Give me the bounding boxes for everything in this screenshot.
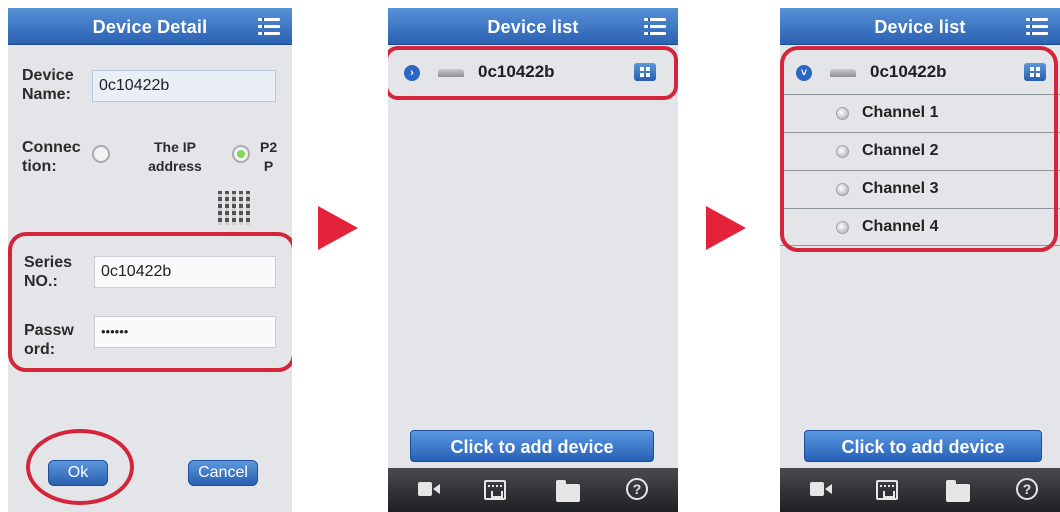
cancel-button[interactable]: Cancel bbox=[188, 460, 258, 486]
menu-icon[interactable] bbox=[644, 17, 666, 35]
connection-label: Connec tion: bbox=[22, 139, 81, 175]
help-icon[interactable]: ? bbox=[626, 478, 648, 500]
device-detail-screen: Device Detail Device Name: 0c10422b Conne… bbox=[8, 8, 292, 512]
record-icon[interactable] bbox=[484, 480, 506, 500]
video-icon[interactable] bbox=[418, 480, 444, 498]
help-icon[interactable]: ? bbox=[1016, 478, 1038, 500]
record-icon[interactable] bbox=[876, 480, 898, 500]
device-list-screen: Device list › 0c10422b Click to add devi… bbox=[388, 8, 678, 512]
arrow-right-icon bbox=[318, 206, 358, 250]
title-bar: Device list bbox=[780, 8, 1060, 45]
screen-title: Device list bbox=[487, 17, 579, 37]
folder-icon[interactable] bbox=[556, 480, 580, 502]
bottom-toolbar: ? bbox=[780, 468, 1060, 512]
highlight-ok bbox=[26, 429, 134, 505]
title-bar: Device list bbox=[388, 8, 678, 45]
highlight-credentials bbox=[8, 232, 292, 372]
folder-icon[interactable] bbox=[946, 480, 970, 502]
p2p-option-label: P2 P bbox=[260, 139, 278, 174]
menu-icon[interactable] bbox=[1026, 17, 1048, 35]
screen-title: Device list bbox=[874, 17, 966, 37]
menu-icon[interactable] bbox=[258, 17, 280, 35]
device-name-field[interactable]: 0c10422b bbox=[92, 70, 276, 102]
add-device-button[interactable]: Click to add device bbox=[804, 430, 1042, 462]
add-device-button[interactable]: Click to add device bbox=[410, 430, 654, 462]
highlight-device-tree bbox=[780, 46, 1058, 252]
title-bar: Device Detail bbox=[8, 8, 292, 45]
video-icon[interactable] bbox=[810, 480, 836, 498]
device-list-expanded-screen: Device list ˅ 0c10422b Channel 1 Channel… bbox=[780, 8, 1060, 512]
bottom-toolbar: ? bbox=[388, 468, 678, 512]
device-name-label: Device Name: bbox=[22, 67, 74, 103]
ip-address-radio[interactable] bbox=[92, 145, 110, 163]
arrow-right-icon bbox=[706, 206, 746, 250]
qr-code-icon[interactable] bbox=[218, 191, 252, 225]
screen-title: Device Detail bbox=[92, 17, 208, 37]
p2p-radio[interactable] bbox=[232, 145, 250, 163]
ip-address-option-label: The IP address bbox=[148, 139, 202, 174]
highlight-device-row bbox=[388, 46, 678, 100]
